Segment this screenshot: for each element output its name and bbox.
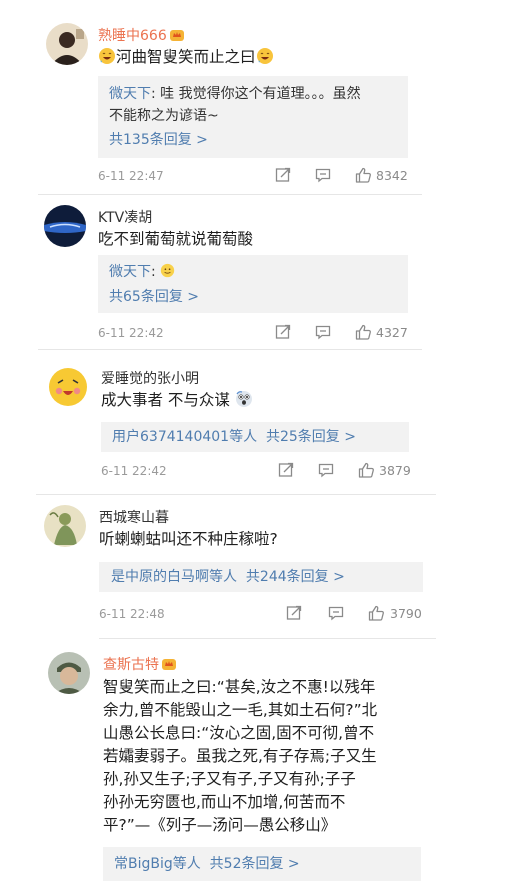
comment-text: 听蝲蝲蛄叫还不种庄稼啦? bbox=[99, 530, 278, 548]
thumbs-up-icon[interactable] bbox=[357, 461, 375, 479]
vip-crown-icon bbox=[170, 29, 184, 41]
comment-text-line: 智叟笑而止之曰:“甚矣,汝之不惠!以残年 bbox=[103, 678, 376, 696]
comment-text-body: 成大事者 不与众谋 bbox=[101, 391, 230, 409]
comment-item: 西城寒山暮 听蝲蝲蛄叫还不种庄稼啦? 是中原的白马啊等人 共244条回复 > 6… bbox=[0, 495, 510, 640]
more-replies-link[interactable]: 共25条回复 > bbox=[266, 429, 356, 445]
more-replies-link[interactable]: 共52条回复 > bbox=[210, 856, 300, 872]
reply-username[interactable]: 微天下 bbox=[109, 86, 151, 102]
timestamp: 6-11 22:48 bbox=[99, 607, 165, 621]
username[interactable]: 熟睡中666 bbox=[98, 25, 184, 45]
reply-users[interactable]: 用户6374140401等人 bbox=[112, 429, 257, 445]
share-icon[interactable] bbox=[285, 604, 303, 622]
vip-crown-icon bbox=[162, 658, 176, 670]
timestamp: 6-11 22:47 bbox=[98, 169, 164, 183]
share-icon[interactable] bbox=[277, 461, 295, 479]
share-icon[interactable] bbox=[274, 323, 292, 341]
avatar[interactable] bbox=[44, 205, 86, 247]
comment-text-line: 山愚公长息曰:“汝心之固,固不可彻,曾不 bbox=[103, 724, 375, 742]
reply-preview[interactable]: 微天下: 共65条回复 > bbox=[98, 255, 408, 313]
username-text[interactable]: 熟睡中666 bbox=[98, 28, 167, 44]
more-replies-link[interactable]: 共244条回复 > bbox=[246, 569, 345, 585]
like-count: 3790 bbox=[390, 606, 422, 621]
like-count: 4327 bbox=[376, 325, 408, 340]
comment-text: 吃不到葡萄就说葡萄酸 bbox=[98, 230, 254, 248]
comment-item: 查斯古特 智叟笑而止之曰:“甚矣,汝之不惠!以残年 余力,曾不能毁山之一毛,其如… bbox=[0, 640, 510, 887]
comment-item: KTV凑胡 吃不到葡萄就说葡萄酸 微天下: 共65条回复 > 6-11 22:4… bbox=[0, 195, 510, 350]
comment-text-line: 余力,曾不能毁山之一毛,其如土石何?”北 bbox=[103, 701, 378, 719]
share-icon[interactable] bbox=[274, 166, 292, 184]
avatar[interactable] bbox=[48, 652, 90, 694]
avatar[interactable] bbox=[46, 23, 88, 65]
username[interactable]: 爱睡觉的张小明 bbox=[101, 368, 199, 388]
comment-text-line: 孙,孙又生子;子又有子,子又有孙;子子 bbox=[103, 770, 356, 788]
scared-emoji-icon bbox=[235, 390, 253, 408]
username[interactable]: 西城寒山暮 bbox=[99, 507, 169, 527]
like-count: 3879 bbox=[379, 463, 411, 478]
timestamp: 6-11 22:42 bbox=[101, 464, 167, 478]
thumbs-up-icon[interactable] bbox=[367, 604, 385, 622]
comment-icon[interactable] bbox=[317, 461, 335, 479]
divider bbox=[99, 638, 436, 639]
reply-text: : 哇 我觉得你这个有道理。。。虽然 bbox=[151, 86, 361, 102]
reply-username[interactable]: 微天下 bbox=[109, 264, 151, 280]
reply-text: : bbox=[151, 264, 156, 280]
reply-line: 微天下: 哇 我觉得你这个有道理。。。虽然 bbox=[109, 83, 361, 105]
comment-text: 成大事者 不与众谋 bbox=[101, 388, 253, 412]
reply-line: 是中原的白马啊等人 共244条回复 > bbox=[111, 566, 345, 588]
comment-text: 河曲智叟笑而止之曰 bbox=[98, 45, 274, 69]
reply-preview[interactable]: 是中原的白马啊等人 共244条回复 > bbox=[99, 562, 423, 592]
more-replies-link[interactable]: 共65条回复 > bbox=[109, 286, 199, 308]
comment-item: 熟睡中666 河曲智叟笑而止之曰 微天下: 哇 我觉得你这个有道理。。。虽然 不… bbox=[0, 0, 510, 195]
comment-icon[interactable] bbox=[327, 604, 345, 622]
reply-preview[interactable]: 用户6374140401等人 共25条回复 > bbox=[101, 422, 409, 452]
comment-icon[interactable] bbox=[314, 166, 332, 184]
comment-item: 爱睡觉的张小明 成大事者 不与众谋 用户6374140401等人 共25条回复 … bbox=[0, 350, 510, 495]
thumbs-up-icon[interactable] bbox=[354, 166, 372, 184]
grinning-sweat-emoji-icon bbox=[98, 47, 116, 65]
username[interactable]: KTV凑胡 bbox=[98, 207, 152, 227]
reply-users[interactable]: 是中原的白马啊等人 bbox=[111, 569, 237, 585]
comment-text-line: 平?”—《列子—汤问—愚公移山》 bbox=[103, 816, 337, 834]
more-replies-link[interactable]: 共135条回复 > bbox=[109, 129, 208, 151]
username-text[interactable]: 查斯古特 bbox=[103, 657, 159, 673]
reply-line: 用户6374140401等人 共25条回复 > bbox=[112, 426, 356, 448]
comment-text-line: 若孀妻弱子。虽我之死,有子存焉;子又生 bbox=[103, 747, 377, 765]
reply-line: 常BigBig等人 共52条回复 > bbox=[114, 853, 300, 875]
reply-users[interactable]: 常BigBig等人 bbox=[114, 856, 201, 872]
thumbs-up-icon[interactable] bbox=[354, 323, 372, 341]
timestamp: 6-11 22:42 bbox=[98, 326, 164, 340]
comment-text-body: 河曲智叟笑而止之曰 bbox=[116, 48, 256, 66]
reply-preview[interactable]: 常BigBig等人 共52条回复 > bbox=[103, 847, 421, 881]
reply-line: 微天下: bbox=[109, 261, 175, 283]
comment-text-line: 孙孙无穷匮也,而山不加增,何苦而不 bbox=[103, 793, 346, 811]
like-count: 8342 bbox=[376, 168, 408, 183]
comment-icon[interactable] bbox=[314, 323, 332, 341]
username[interactable]: 查斯古特 bbox=[103, 654, 176, 674]
reply-line: 不能称之为谚语~ bbox=[109, 108, 219, 124]
smile-emoji-icon bbox=[160, 263, 175, 278]
avatar[interactable] bbox=[44, 505, 86, 547]
reply-preview[interactable]: 微天下: 哇 我觉得你这个有道理。。。虽然 不能称之为谚语~ 共135条回复 > bbox=[98, 76, 408, 158]
grinning-sweat-emoji-icon bbox=[256, 47, 274, 65]
avatar[interactable] bbox=[47, 366, 89, 408]
